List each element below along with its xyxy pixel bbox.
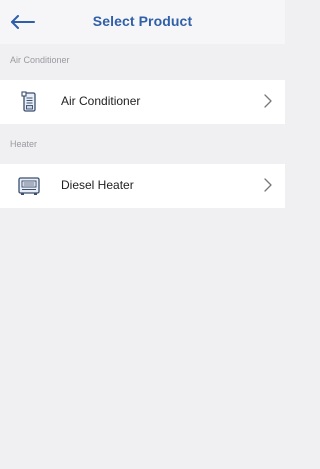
- header-bar: Select Product: [0, 0, 285, 44]
- product-row-diesel-heater[interactable]: Diesel Heater: [0, 164, 285, 208]
- page-title: Select Product: [92, 13, 193, 29]
- diesel-heater-icon: [17, 174, 41, 198]
- section-label-heater: Heater: [10, 139, 38, 149]
- product-label: Air Conditioner: [61, 94, 141, 108]
- product-label: Diesel Heater: [61, 178, 134, 192]
- air-conditioner-icon: [17, 90, 41, 114]
- chevron-right-icon: [263, 177, 273, 193]
- section-label-air-conditioner: Air Conditioner: [10, 55, 70, 65]
- chevron-right-icon: [263, 93, 273, 109]
- product-row-air-conditioner[interactable]: Air Conditioner: [0, 80, 285, 124]
